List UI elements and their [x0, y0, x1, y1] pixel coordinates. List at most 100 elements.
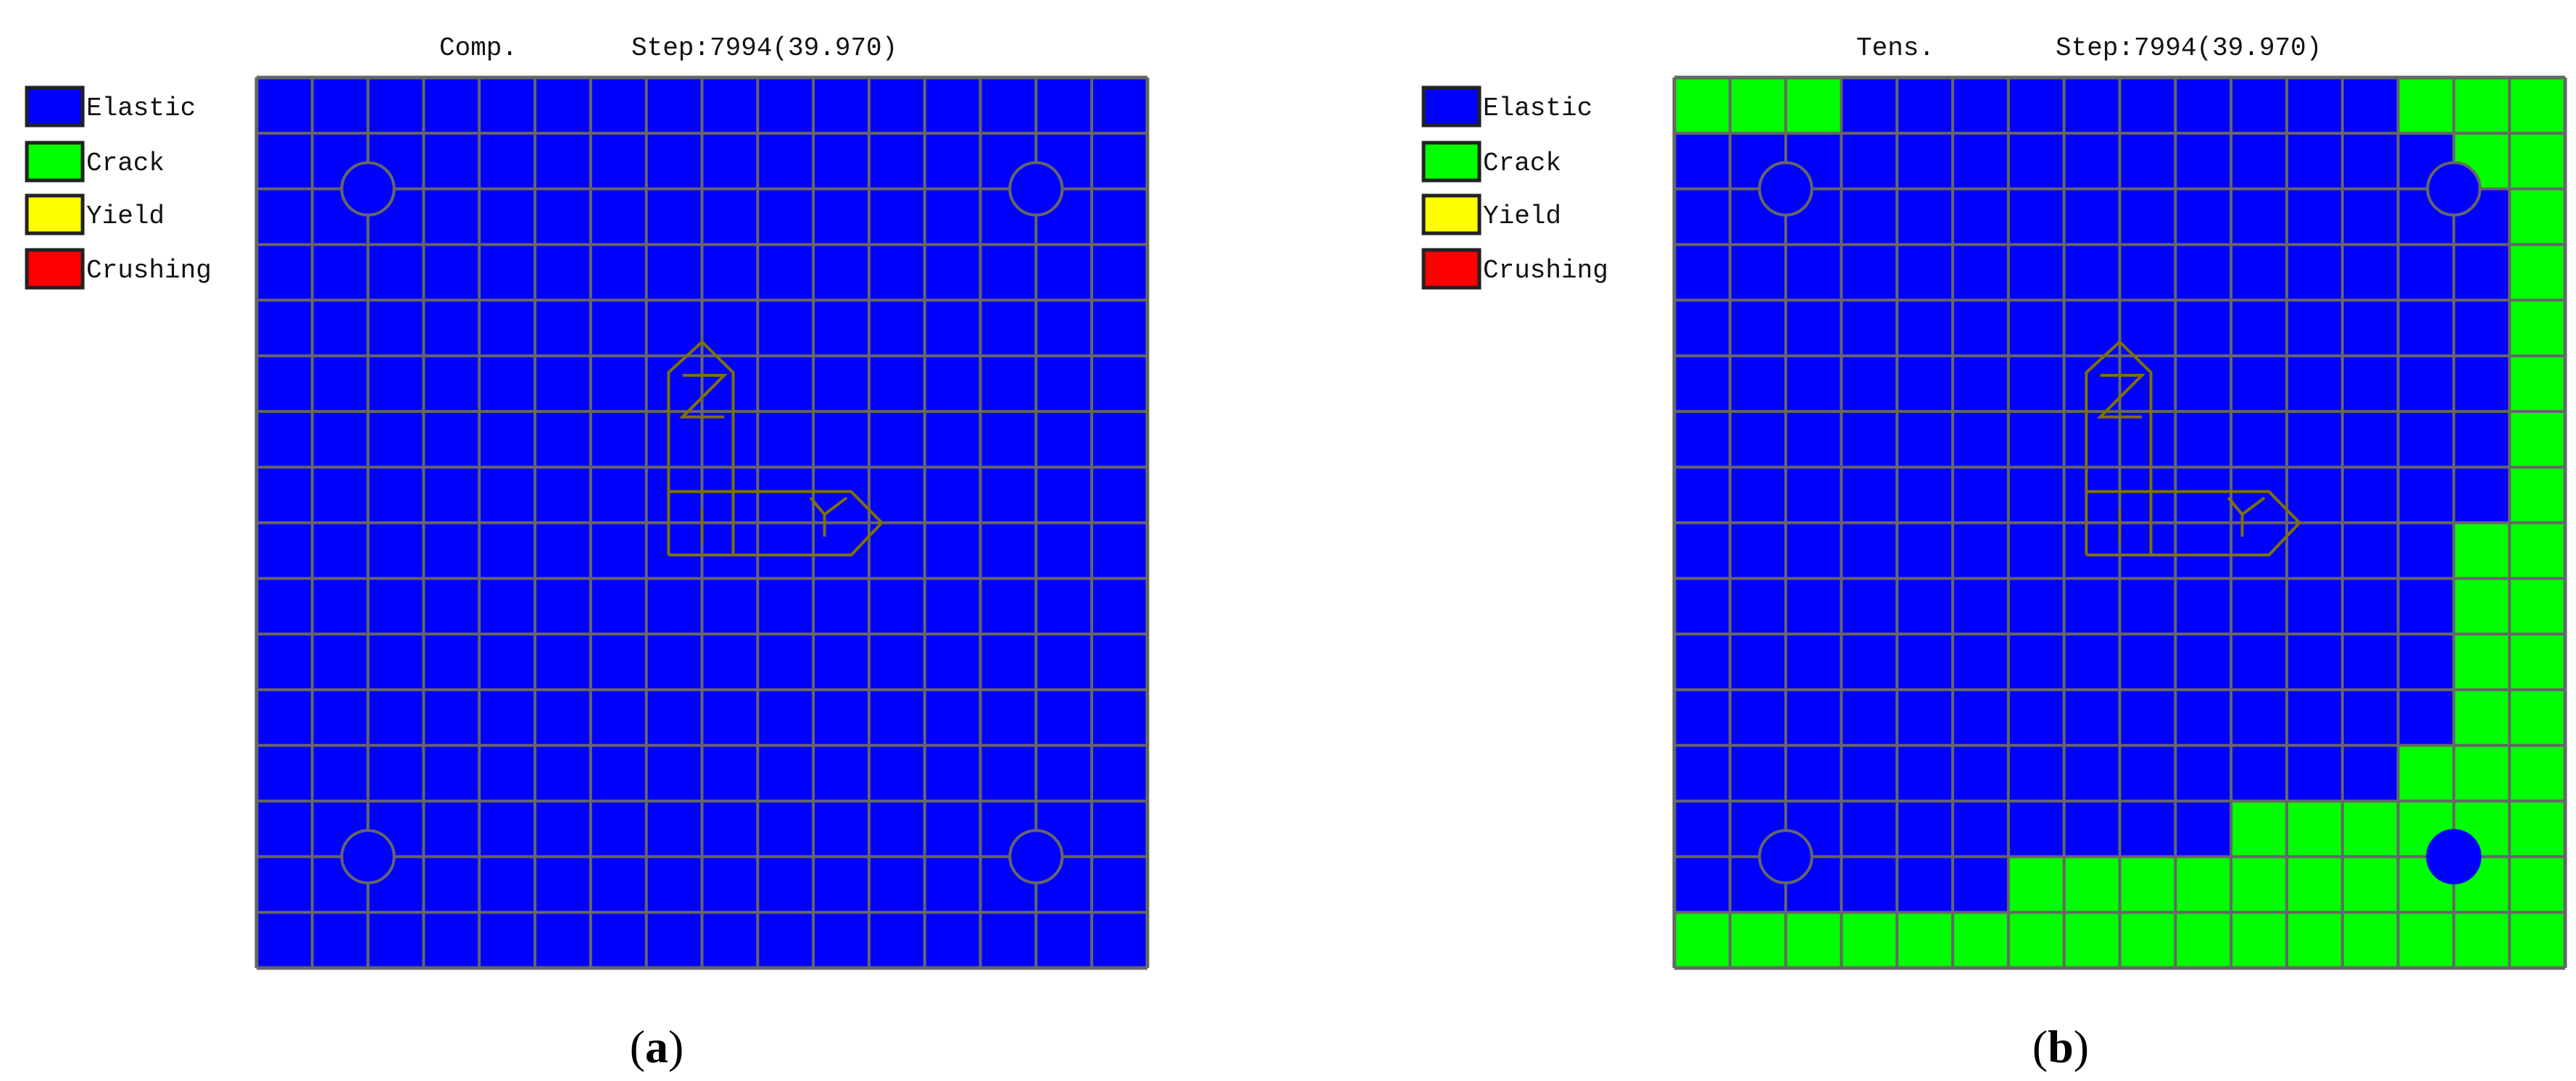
legend-swatch	[1421, 193, 1482, 235]
mesh-cell-elastic	[2231, 578, 2287, 635]
mesh-cell-elastic	[2008, 522, 2064, 579]
mesh-cell-elastic	[868, 634, 925, 690]
mesh-cell-elastic	[367, 578, 424, 635]
mesh-cell-elastic	[1092, 912, 1147, 968]
mesh-cell-elastic	[1092, 356, 1147, 412]
mesh-cell-elastic	[868, 689, 925, 746]
mesh-cell-elastic	[2398, 300, 2454, 356]
mesh-cell-elastic	[1729, 300, 1786, 356]
legend-item-crushing: Crushing	[25, 248, 212, 290]
mesh-cell-elastic	[1092, 522, 1147, 579]
legend-label: Crack	[1483, 149, 1561, 178]
mesh-cell-elastic	[590, 467, 647, 523]
mesh-cell-elastic	[590, 78, 647, 133]
mesh-cell-elastic	[1841, 856, 1898, 913]
mesh-cell-elastic	[702, 856, 758, 913]
mesh-cell-elastic	[312, 634, 368, 690]
mesh-cell-elastic	[1953, 467, 2008, 523]
mesh-cell-elastic	[1841, 356, 1898, 412]
mesh-cell-elastic	[2286, 689, 2343, 746]
legend-swatch	[25, 85, 85, 128]
mesh-cell-elastic	[2231, 689, 2287, 746]
mesh-cell-elastic	[1036, 634, 1092, 690]
mesh-cell-elastic	[2175, 634, 2232, 690]
mesh-cell-elastic	[980, 522, 1036, 579]
mesh-cell-elastic	[1897, 356, 1953, 412]
mesh-cell-elastic	[535, 188, 591, 245]
mesh-cell-crack	[1897, 912, 1953, 968]
mesh-cell-elastic	[1729, 522, 1786, 579]
mesh-cell-elastic	[2175, 745, 2232, 801]
bolt-hole	[1758, 161, 1813, 217]
mesh-cell-elastic	[1729, 745, 1786, 801]
mesh-cell-elastic	[423, 133, 480, 189]
mesh-cell-elastic	[2286, 745, 2343, 801]
mesh-cell-elastic	[1897, 745, 1953, 801]
mesh-cell-elastic	[1674, 356, 1730, 412]
mesh-cell-elastic	[924, 801, 981, 857]
mesh-cell-elastic	[646, 78, 702, 133]
mesh-cell-crack	[2509, 467, 2565, 523]
mesh-cell-crack	[2342, 912, 2398, 968]
mesh-cell-elastic	[1092, 801, 1147, 857]
mesh-cell-elastic	[868, 188, 925, 245]
mesh-cell-elastic	[257, 856, 312, 913]
mesh-cell-elastic	[2064, 300, 2120, 356]
mesh-cell-crack	[2509, 411, 2565, 467]
mesh-cell-elastic	[813, 856, 869, 913]
mesh-cell-elastic	[1897, 78, 1953, 133]
mesh-cell-elastic	[479, 856, 536, 913]
mesh-cell-elastic	[1036, 411, 1092, 467]
mesh-cell-elastic	[1036, 689, 1092, 746]
mesh-cell-elastic	[423, 300, 480, 356]
mesh-cell-elastic	[423, 78, 480, 133]
mesh-cell-elastic	[2454, 244, 2510, 301]
mesh-cell-elastic	[1841, 689, 1898, 746]
mesh-cell-crack	[2398, 78, 2454, 133]
mesh-cell-crack	[2509, 244, 2565, 301]
mesh-cell-elastic	[1953, 634, 2008, 690]
mesh-cell-crack	[2342, 856, 2398, 913]
mesh-cell-elastic	[924, 78, 981, 133]
mesh-cell-elastic	[1674, 300, 1730, 356]
mesh-cell-elastic	[980, 356, 1036, 412]
mesh-cell-elastic	[590, 689, 647, 746]
mesh-cell-crack	[2509, 78, 2565, 133]
mesh-cell-elastic	[1897, 188, 1953, 245]
mesh-cell-elastic	[1729, 634, 1786, 690]
mesh-cell-elastic	[2119, 133, 2176, 189]
mesh-cell-elastic	[479, 300, 536, 356]
mesh-cell-elastic	[1897, 689, 1953, 746]
mesh-cell-crack	[2454, 912, 2510, 968]
mesh-cell-elastic	[1953, 133, 2008, 189]
mesh-cell-elastic	[1674, 244, 1730, 301]
mesh-cell-elastic	[1092, 634, 1147, 690]
mesh-cell-elastic	[868, 411, 925, 467]
legend-swatch	[25, 141, 85, 183]
mesh-cell-elastic	[924, 133, 981, 189]
mesh-cell-elastic	[646, 133, 702, 189]
mesh-cell-elastic	[2119, 188, 2176, 245]
mesh-cell-elastic	[1841, 78, 1898, 133]
mesh-cell-elastic	[1897, 300, 1953, 356]
mesh-cell-elastic	[2008, 411, 2064, 467]
mesh-cell-elastic	[1785, 467, 1842, 523]
mesh-cell-crack	[2454, 78, 2510, 133]
mesh-cell-elastic	[980, 689, 1036, 746]
mesh-cell-elastic	[2119, 411, 2176, 467]
legend-item-yield: Yield	[25, 193, 165, 235]
mesh-cell-elastic	[590, 745, 647, 801]
mesh-cell-elastic	[1092, 745, 1147, 801]
panel-mode-label: Comp.	[439, 33, 518, 63]
mesh-cell-elastic	[757, 856, 814, 913]
mesh-cell-elastic	[1841, 133, 1898, 189]
mesh-cell-elastic	[2454, 300, 2510, 356]
mesh-cell-elastic	[924, 689, 981, 746]
mesh-cell-elastic	[1729, 411, 1786, 467]
mesh-cell-elastic	[1841, 578, 1898, 635]
mesh-cell-elastic	[312, 411, 368, 467]
mesh-cell-elastic	[2342, 578, 2398, 635]
legend-label: Yield	[86, 201, 165, 231]
mesh-cell-elastic	[702, 300, 758, 356]
mesh-cell-elastic	[257, 356, 312, 412]
